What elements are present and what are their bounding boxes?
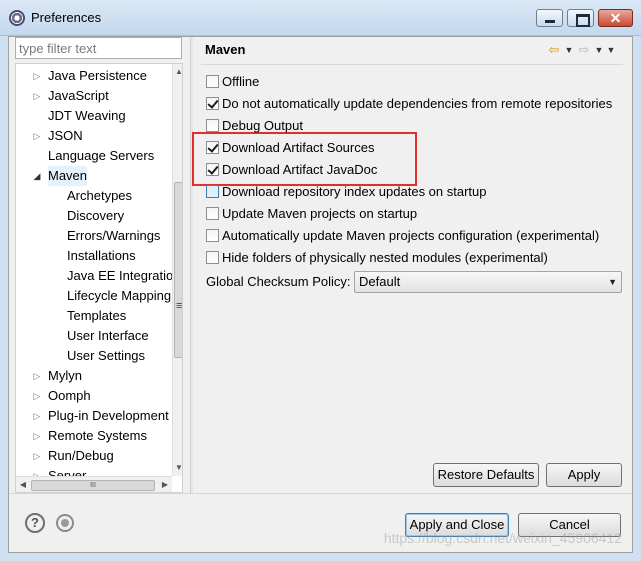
tree-horizontal-scrollbar[interactable]: ◀ III ▶ xyxy=(16,476,172,492)
tree-item-label: Discovery xyxy=(67,208,125,223)
title-divider xyxy=(201,64,623,65)
tree-item-label: Run/Debug xyxy=(48,448,114,463)
tree-item-label: Installations xyxy=(67,248,136,263)
scroll-left-arrow-icon[interactable]: ◀ xyxy=(17,479,29,491)
option-label: Hide folders of physically nested module… xyxy=(222,249,548,265)
option-label: Download repository index updates on sta… xyxy=(222,183,487,199)
chevron-down-icon: ▼ xyxy=(608,277,617,287)
tree-item-label: Remote Systems xyxy=(48,428,147,443)
tree-item-label: Java EE Integration xyxy=(67,268,181,283)
collapsed-triangle-icon[interactable]: ▷ xyxy=(32,386,42,406)
back-arrow-icon[interactable]: ⇦ xyxy=(545,41,563,59)
view-menu-chevron-down-icon[interactable]: ▼ xyxy=(605,41,617,59)
tree-item-label: Maven xyxy=(48,166,88,186)
collapsed-triangle-icon[interactable]: ▷ xyxy=(32,406,42,426)
tree-vertical-scrollbar[interactable]: ▲ ▼ xyxy=(172,64,182,476)
tree-item-label: Oomph xyxy=(48,388,91,403)
tree-item-label: User Settings xyxy=(67,348,146,363)
checkbox[interactable] xyxy=(206,74,219,88)
option-checkbox-row[interactable]: Offline xyxy=(206,71,259,91)
option-checkbox-row[interactable]: Do not automatically update dependencies… xyxy=(206,93,612,113)
scroll-grip-icon: ≡ xyxy=(176,300,183,312)
tree-item-label: Lifecycle Mapping xyxy=(67,288,172,303)
collapsed-triangle-icon[interactable]: ▷ xyxy=(32,66,42,86)
tree-vertical-scroll-thumb[interactable] xyxy=(174,182,182,358)
page-title: Maven xyxy=(205,42,246,57)
pane-divider[interactable] xyxy=(190,37,193,493)
checkbox[interactable] xyxy=(206,96,219,110)
tree-item-label: User Interface xyxy=(67,328,149,343)
tree-item-label: Archetypes xyxy=(67,188,133,203)
option-checkbox-row[interactable]: Download Artifact JavaDoc xyxy=(206,159,377,179)
tree-item-label: JDT Weaving xyxy=(48,108,126,123)
tree-item-label: Language Servers xyxy=(48,148,155,163)
preference-page: Maven ⇦ ▼ ⇨ ▼ ▼ Global Checksum Policy: … xyxy=(192,37,627,493)
footer-divider xyxy=(9,493,632,494)
window-title: Preferences xyxy=(31,10,102,25)
option-checkbox-row[interactable]: Update Maven projects on startup xyxy=(206,203,417,223)
option-label: Offline xyxy=(222,73,260,89)
restore-defaults-button[interactable]: Restore Defaults xyxy=(433,463,539,487)
maximize-button[interactable] xyxy=(567,9,594,27)
collapsed-triangle-icon[interactable]: ▷ xyxy=(32,426,42,446)
tree-item-label: Plug-in Development xyxy=(48,408,169,423)
option-label: Automatically update Maven projects conf… xyxy=(222,227,600,243)
eclipse-app-icon xyxy=(9,10,25,26)
dialog-body: ▷Server▷Run/Debug▷Remote Systems▷Plug-in… xyxy=(8,36,633,553)
option-checkbox-row[interactable]: Download Artifact Sources xyxy=(206,137,374,157)
option-checkbox-row[interactable]: Automatically update Maven projects conf… xyxy=(206,225,599,245)
checkbox[interactable] xyxy=(206,184,219,198)
collapsed-triangle-icon[interactable]: ▷ xyxy=(32,446,42,466)
forward-history-chevron-down-icon[interactable]: ▼ xyxy=(593,41,605,59)
checkbox[interactable] xyxy=(206,228,219,242)
title-bar: Preferences ✕ xyxy=(0,0,641,36)
checksum-policy-label: Global Checksum Policy: xyxy=(206,274,351,289)
option-label: Download Artifact JavaDoc xyxy=(222,161,378,177)
checksum-policy-value: Default xyxy=(359,274,401,289)
checkbox[interactable] xyxy=(206,140,219,154)
scroll-right-arrow-icon[interactable]: ▶ xyxy=(159,479,171,491)
tree-item-label: Templates xyxy=(67,308,127,323)
tree-horizontal-scroll-thumb[interactable]: III xyxy=(31,480,155,491)
tree-item-label: Mylyn xyxy=(48,368,82,383)
collapsed-triangle-icon[interactable]: ▷ xyxy=(32,366,42,386)
forward-arrow-icon[interactable]: ⇨ xyxy=(575,41,593,59)
apply-button[interactable]: Apply xyxy=(546,463,622,487)
option-checkbox-row[interactable]: Debug Output xyxy=(206,115,303,135)
checkbox[interactable] xyxy=(206,118,219,132)
watermark: https://blog.csdn.net/weixin_45906412 xyxy=(383,530,622,546)
scroll-up-arrow-icon[interactable]: ▲ xyxy=(173,66,182,78)
close-icon: ✕ xyxy=(609,10,622,26)
option-checkbox-row[interactable]: Download repository index updates on sta… xyxy=(206,181,487,201)
option-label: Debug Output xyxy=(222,117,303,133)
back-history-chevron-down-icon[interactable]: ▼ xyxy=(563,41,575,59)
tree-item-label: Errors/Warnings xyxy=(67,228,161,243)
option-label: Update Maven projects on startup xyxy=(222,205,418,221)
tree-item-label: JavaScript xyxy=(48,88,109,103)
checksum-policy-select[interactable]: Default ▼ xyxy=(354,271,622,293)
page-navigation: ⇦ ▼ ⇨ ▼ ▼ xyxy=(545,40,617,60)
filter-input[interactable] xyxy=(15,37,182,59)
expanded-triangle-icon[interactable]: ◢ xyxy=(32,166,42,186)
collapsed-triangle-icon[interactable]: ▷ xyxy=(32,86,42,106)
option-checkbox-row[interactable]: Hide folders of physically nested module… xyxy=(206,247,548,267)
scroll-down-arrow-icon[interactable]: ▼ xyxy=(173,462,182,474)
option-label: Do not automatically update dependencies… xyxy=(222,95,613,111)
tree-item-label: JSON xyxy=(48,128,83,143)
close-window-button[interactable]: ✕ xyxy=(598,9,633,27)
checkbox[interactable] xyxy=(206,162,219,176)
collapsed-triangle-icon[interactable]: ▷ xyxy=(32,126,42,146)
tree-item-label: Java Persistence xyxy=(48,68,147,83)
checkbox[interactable] xyxy=(206,206,219,220)
option-label: Download Artifact Sources xyxy=(222,139,375,155)
checkbox[interactable] xyxy=(206,250,219,264)
record-macro-icon[interactable] xyxy=(56,514,74,532)
preference-tree: ▷Server▷Run/Debug▷Remote Systems▷Plug-in… xyxy=(15,63,183,493)
help-icon[interactable]: ? xyxy=(25,513,45,533)
minimize-button[interactable] xyxy=(536,9,563,27)
